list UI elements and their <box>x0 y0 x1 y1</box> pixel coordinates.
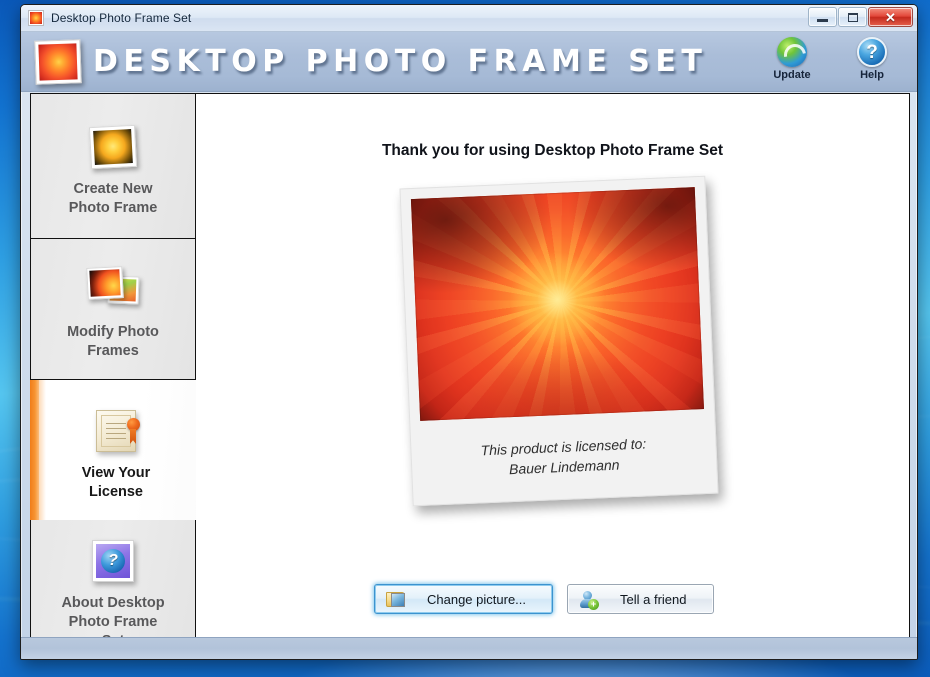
banner-actions: Update ? Help <box>765 37 899 81</box>
help-question-icon: ? <box>857 37 887 67</box>
folder-image-icon <box>385 589 407 609</box>
window-footer <box>21 637 917 659</box>
about-info-icon: ? <box>92 528 134 582</box>
rose-photo-image <box>410 187 704 421</box>
sidebar-item-label: Create New Photo Frame <box>68 180 158 216</box>
license-caption: This product is licensed to: Bauer Linde… <box>420 409 707 505</box>
sidebar-item-label: Modify Photo Frames <box>67 323 159 359</box>
change-picture-button[interactable]: Change picture... <box>374 584 554 614</box>
tell-a-friend-button[interactable]: + Tell a friend <box>567 584 714 614</box>
license-caption-line2: Bauer Lindemann <box>508 456 620 478</box>
update-button[interactable]: Update <box>765 37 819 81</box>
content-panel: Thank you for using Desktop Photo Frame … <box>196 93 910 639</box>
banner-title: DESKTOP PHOTO FRAME SET <box>93 44 708 79</box>
sidebar-item-label: View Your License <box>81 464 151 500</box>
main-body: Create New Photo Frame Modify Photo Fram… <box>30 93 910 659</box>
change-picture-label: Change picture... <box>427 591 527 607</box>
sidebar-item-create-new-photo-frame[interactable]: Create New Photo Frame <box>30 93 196 239</box>
sidebar-item-view-your-license[interactable]: View Your License <box>30 380 202 520</box>
close-icon: ✕ <box>885 9 896 25</box>
license-certificate-icon <box>96 398 140 452</box>
maximize-button[interactable] <box>838 7 867 27</box>
selection-accent-bar <box>30 380 46 520</box>
help-label: Help <box>860 69 884 81</box>
rose-photo-logo-icon <box>34 38 82 85</box>
tell-a-friend-label: Tell a friend <box>620 591 687 607</box>
license-photo-frame[interactable]: This product is licensed to: Bauer Linde… <box>399 175 719 507</box>
window-controls: ✕ <box>808 7 913 27</box>
minimize-button[interactable] <box>808 7 837 27</box>
update-label: Update <box>773 69 811 81</box>
app-icon <box>28 10 44 26</box>
modify-photo-frames-icon <box>86 257 140 311</box>
application-window: Desktop Photo Frame Set ✕ DESKTOP PHOTO … <box>20 4 918 660</box>
help-button[interactable]: ? Help <box>845 37 899 81</box>
add-person-icon: + <box>578 589 600 610</box>
action-button-row: Change picture... + Tell a friend <box>374 584 714 614</box>
page-title: Thank you for using Desktop Photo Frame … <box>381 142 724 159</box>
app-banner: DESKTOP PHOTO FRAME SET Update ? Help <box>21 32 917 92</box>
close-button[interactable]: ✕ <box>868 7 913 27</box>
sidebar-item-modify-photo-frames[interactable]: Modify Photo Frames <box>30 239 196 380</box>
new-photo-frame-icon <box>88 114 138 170</box>
update-refresh-icon <box>777 37 807 67</box>
title-bar[interactable]: Desktop Photo Frame Set ✕ <box>21 5 917 32</box>
window-title: Desktop Photo Frame Set <box>51 11 192 25</box>
sidebar-navigation: Create New Photo Frame Modify Photo Fram… <box>30 93 202 659</box>
